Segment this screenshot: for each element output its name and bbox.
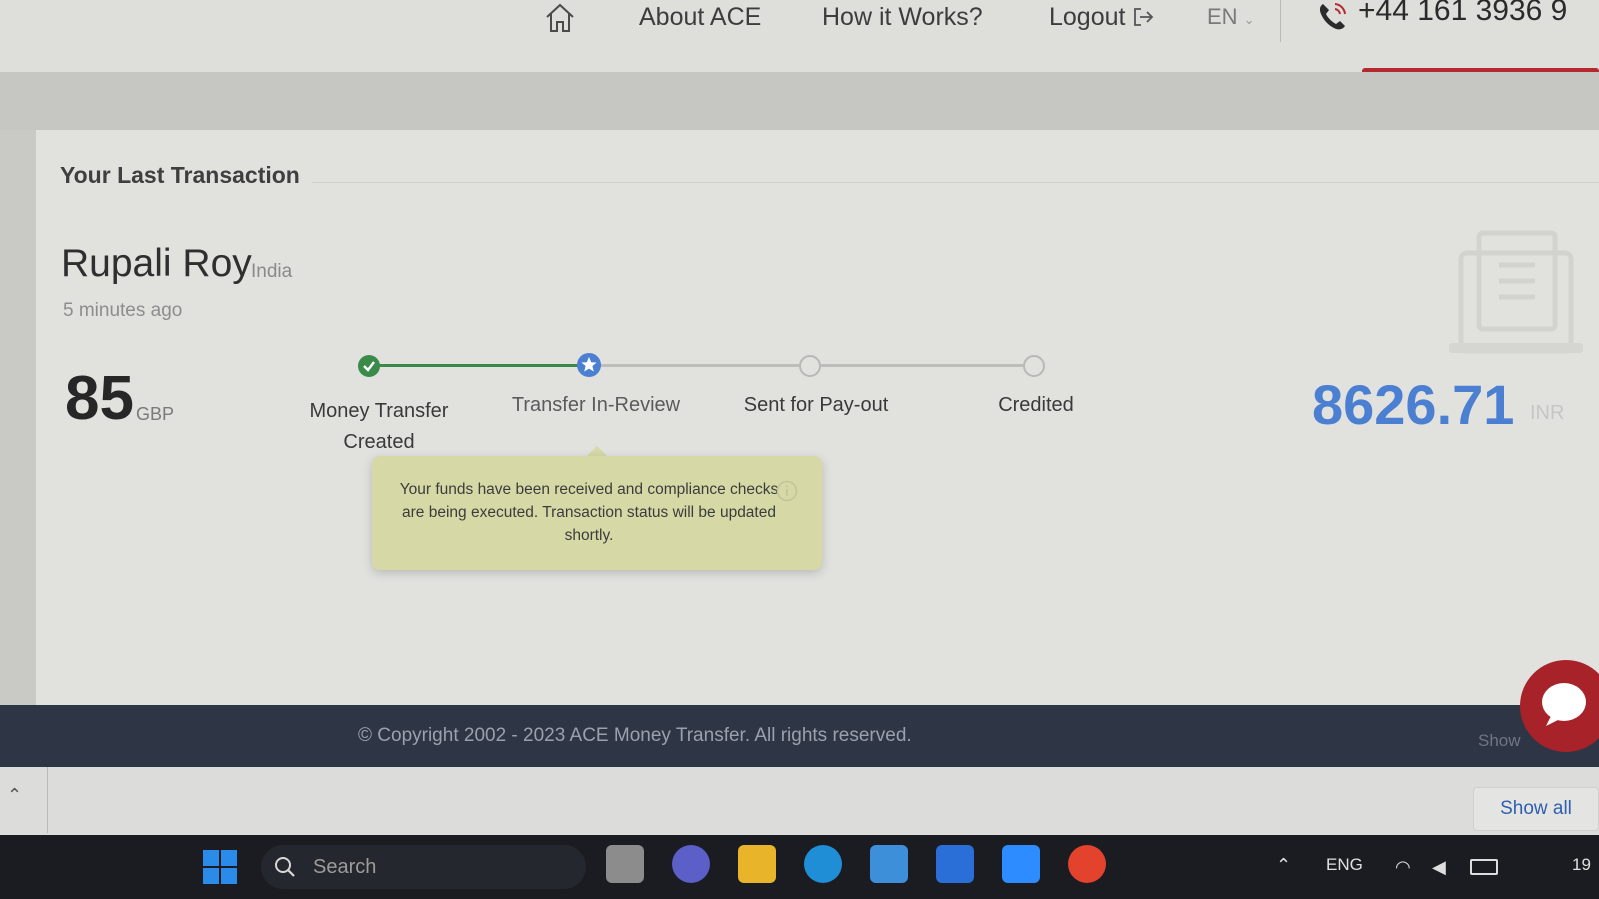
divider <box>1280 0 1281 42</box>
search-label: Search <box>313 856 377 878</box>
show-all-button[interactable]: Show all <box>1473 787 1599 831</box>
chevron-down-icon: ⌄ <box>1243 12 1255 27</box>
edge-browser-icon[interactable] <box>804 845 842 883</box>
send-currency: GBP <box>136 404 175 424</box>
logout-label: Logout <box>1049 3 1126 31</box>
input-language[interactable]: ENG <box>1326 855 1363 875</box>
recipient-country: India <box>251 261 293 282</box>
chevron-up-icon[interactable]: ⌃ <box>1276 855 1291 876</box>
header-band <box>0 72 1599 130</box>
top-navigation: About ACE How it Works? Logout EN ⌄ +44 … <box>0 0 1599 75</box>
recipient-name: Rupali Roy <box>61 242 252 285</box>
footer-show-link[interactable]: Show <box>1478 731 1521 751</box>
taskbar: Search ⌃ ENG ◠ ◀ 19 <box>0 835 1599 899</box>
file-explorer-icon[interactable] <box>738 845 776 883</box>
step-label-credited: Credited <box>998 394 1074 416</box>
clock[interactable]: 19 <box>1572 855 1591 875</box>
status-tooltip: Your funds have been received and compli… <box>372 456 822 570</box>
downloads-toggle[interactable]: ⌃ <box>0 767 48 833</box>
task-view-icon[interactable] <box>606 845 644 883</box>
logout-icon <box>1134 8 1154 26</box>
payout-currency: INR <box>1530 402 1565 424</box>
card-title: Your Last Transaction <box>60 162 300 188</box>
language-label: EN <box>1207 4 1238 29</box>
phone-icon <box>1319 3 1346 30</box>
checkmark-icon <box>363 361 375 372</box>
teams-icon[interactable] <box>672 845 710 883</box>
phone-number[interactable]: +44 161 3936 9 <box>1358 0 1567 28</box>
transaction-time: 5 minutes ago <box>63 300 183 321</box>
tooltip-text: Your funds have been received and compli… <box>399 481 779 544</box>
step-current-icon <box>577 353 601 377</box>
downloads-bar: ⌃ Show all <box>0 767 1599 835</box>
tooltip-arrow <box>587 446 607 456</box>
step-pending-icon <box>799 355 821 377</box>
receipt-icon <box>1449 230 1583 354</box>
nav-how-it-works-link[interactable]: How it Works? <box>822 0 983 34</box>
step-label-in-review: Transfer In-Review <box>511 394 681 416</box>
info-icon <box>776 480 798 502</box>
step-pending-icon <box>1023 355 1045 377</box>
mail-icon[interactable] <box>870 845 908 883</box>
nav-about-link[interactable]: About ACE <box>639 0 761 34</box>
copyright-text: © Copyright 2002 - 2023 ACE Money Transf… <box>358 725 912 746</box>
zoom-icon[interactable] <box>1002 845 1040 883</box>
chevron-up-icon: ⌃ <box>7 785 23 805</box>
star-icon <box>581 357 597 372</box>
dropbox-icon[interactable] <box>936 845 974 883</box>
windows-start-icon[interactable] <box>202 849 238 885</box>
language-selector[interactable]: EN ⌄ <box>1207 0 1255 37</box>
taskbar-search[interactable]: Search <box>261 845 586 889</box>
site-footer: © Copyright 2002 - 2023 ACE Money Transf… <box>0 705 1599 767</box>
logout-link[interactable]: Logout <box>1049 0 1154 34</box>
step-done-icon <box>358 355 380 377</box>
battery-icon[interactable] <box>1470 859 1498 875</box>
wifi-icon[interactable]: ◠ <box>1395 857 1411 878</box>
send-amount: 85 <box>65 364 134 433</box>
payout-amount: 8626.71 <box>1312 373 1515 436</box>
last-transaction-card: Your Last Transaction Rupali Roy India 5… <box>36 130 1599 705</box>
chrome-icon[interactable] <box>1068 845 1106 883</box>
search-icon <box>275 857 295 877</box>
title-rule <box>312 182 1599 183</box>
home-icon[interactable] <box>544 2 576 34</box>
progress-line-complete <box>378 364 590 367</box>
step-label-sent-for-payout: Sent for Pay-out <box>743 394 889 416</box>
step-label-created: Money Transfer Created <box>309 400 449 453</box>
chat-bubble-icon <box>1542 683 1586 726</box>
volume-icon[interactable]: ◀ <box>1432 857 1446 878</box>
